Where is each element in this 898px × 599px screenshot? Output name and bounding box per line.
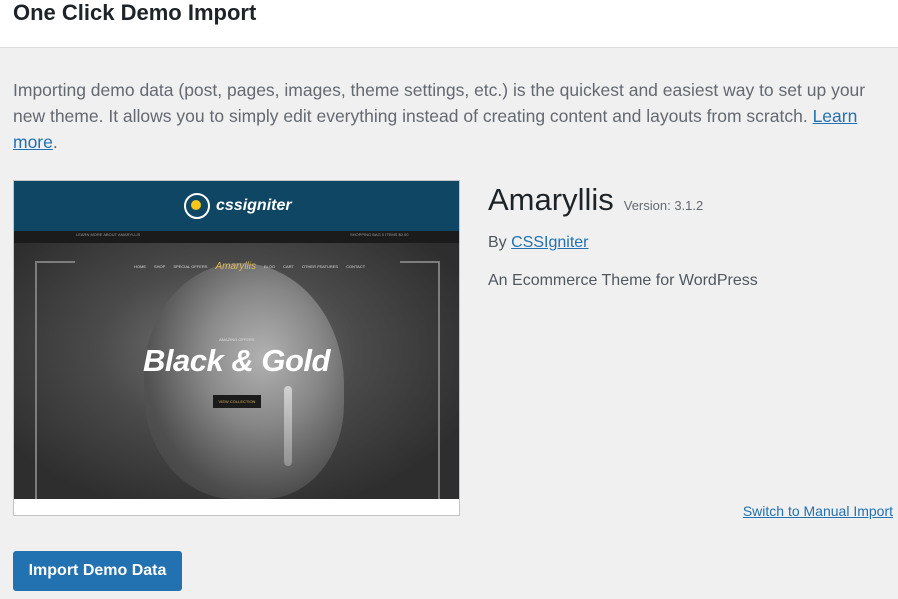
preview-nav-item: SPECIAL OFFERS: [173, 264, 208, 269]
author-by-label: By: [488, 234, 507, 251]
theme-author: By CSSIgniter: [488, 234, 888, 252]
model-portrait: [144, 263, 344, 499]
preview-nav-item: OTHER FEATURES: [301, 264, 339, 269]
preview-topbar: LEARN MORE ABOUT AMARYLLIS SHOPPING BAG …: [14, 231, 459, 243]
logo-text: cssigniter: [216, 197, 292, 214]
cssigniter-logo: cssigniter: [184, 193, 292, 219]
intro-text: Importing demo data (post, pages, images…: [13, 80, 866, 126]
theme-version: Version: 3.1.2: [623, 198, 704, 213]
theme-name: Amaryllis: [488, 182, 614, 217]
preview-nav-item: SHOP: [154, 264, 166, 269]
intro-paragraph: Importing demo data (post, pages, images…: [13, 77, 888, 155]
preview-offer: AMAZING OFFERS: [219, 337, 255, 342]
theme-info: Amaryllis Version: 3.1.2 By CSSIgniter A…: [488, 180, 888, 290]
preview-bottom-strip: [14, 499, 459, 515]
logo-mark-icon: [184, 193, 210, 219]
frame-line: [438, 261, 440, 501]
theme-preview-image: cssigniter LEARN MORE ABOUT AMARYLLIS SH…: [13, 180, 460, 516]
preview-nav: HOME SHOP SPECIAL OFFERS Amaryllis BLOG …: [134, 261, 374, 272]
author-link[interactable]: CSSIgniter: [511, 234, 588, 251]
theme-description: An Ecommerce Theme for WordPress: [488, 272, 758, 289]
intro-trailing: .: [52, 132, 58, 152]
frame-line: [400, 261, 440, 263]
preview-nav-brand: Amaryllis: [215, 261, 256, 272]
page-title: One Click Demo Import: [13, 0, 257, 25]
preview-nav-item: CART: [283, 264, 294, 269]
preview-headline: Black & Gold: [143, 343, 330, 378]
earring: [284, 386, 292, 466]
preview-nav-item: HOME: [134, 264, 146, 269]
frame-line: [35, 261, 37, 501]
import-demo-data-button[interactable]: Import Demo Data: [13, 551, 182, 591]
preview-nav-item: CONTACT: [346, 264, 366, 269]
switch-to-manual-import-link[interactable]: Switch to Manual Import: [743, 503, 893, 519]
preview-nav-item: BLOG: [264, 264, 276, 269]
preview-top-right-note: SHOPPING BAG 0 ITEMS $0.00: [350, 232, 409, 237]
frame-line: [35, 261, 75, 263]
page-header: One Click Demo Import: [0, 0, 898, 48]
preview-top-left-note: LEARN MORE ABOUT AMARYLLIS: [76, 232, 141, 237]
theme-title-row: Amaryllis Version: 3.1.2: [488, 180, 888, 220]
preview-cta: VIEW COLLECTION: [213, 395, 261, 408]
preview-header-band: cssigniter: [14, 181, 459, 231]
